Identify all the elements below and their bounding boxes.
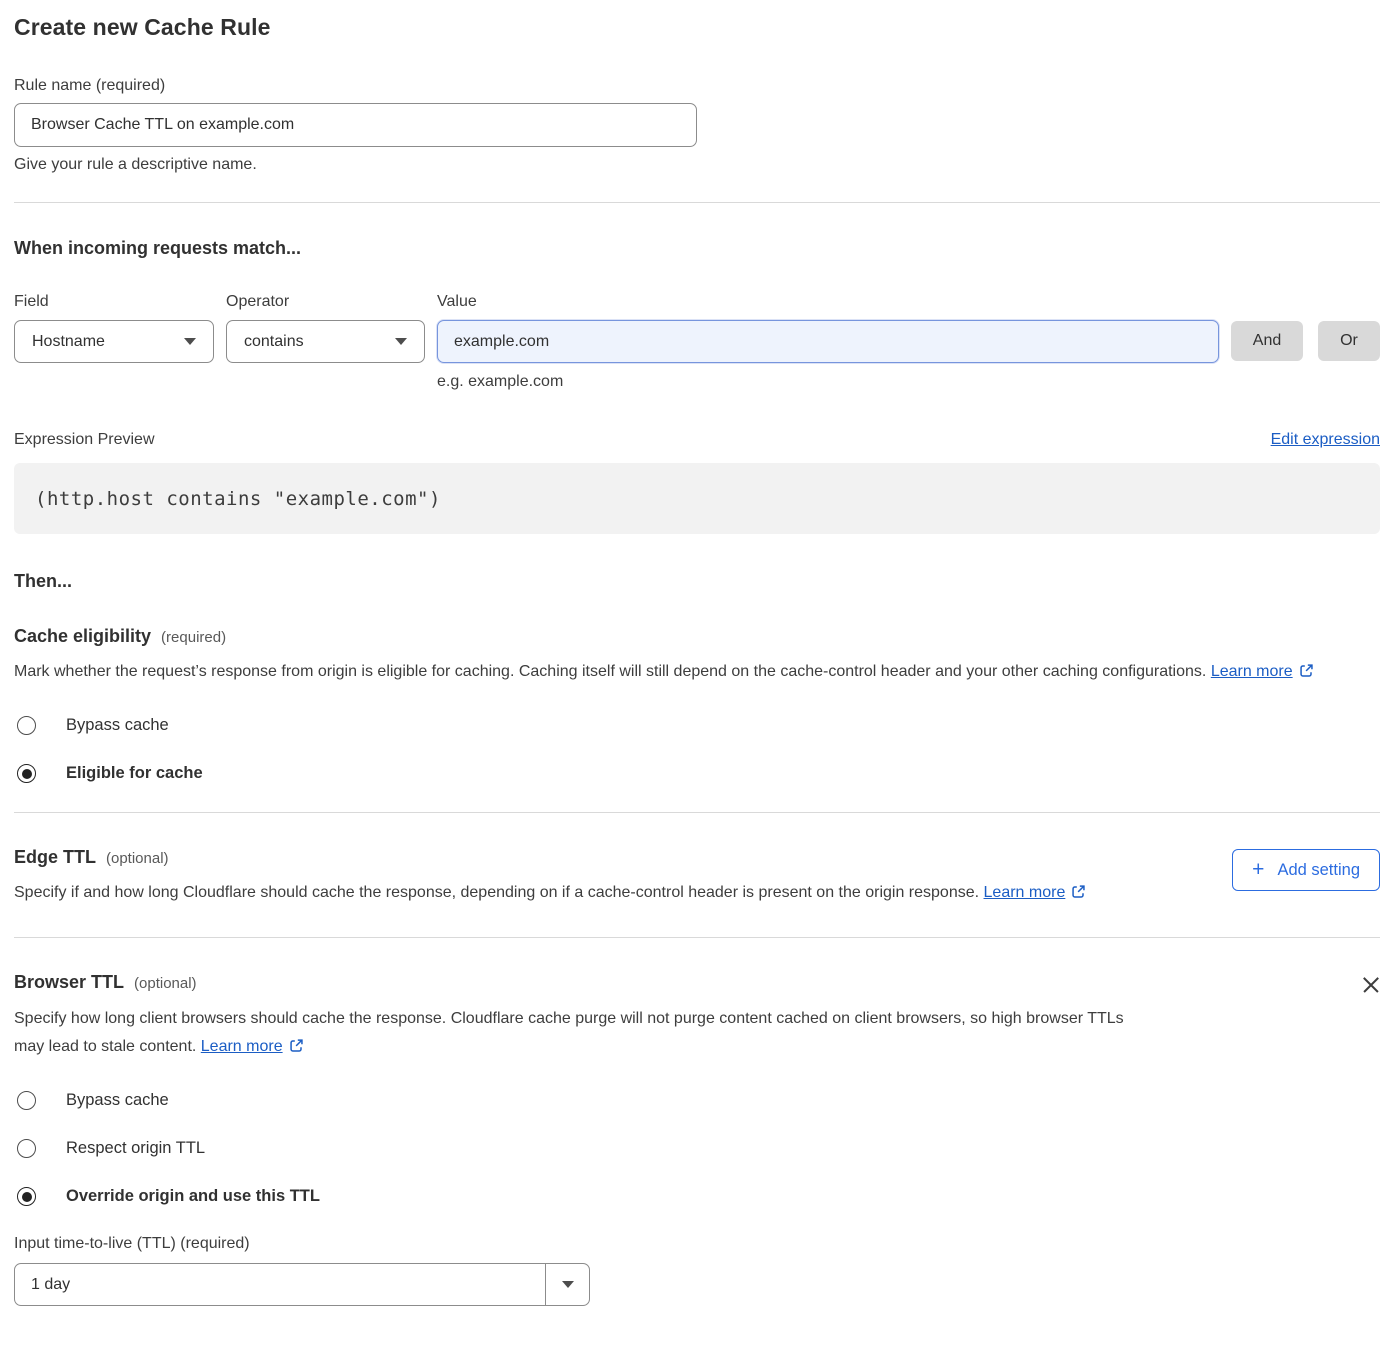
browser-ttl-title: Browser TTL (14, 972, 124, 993)
ttl-select[interactable]: 1 day (14, 1263, 590, 1306)
field-column: Field Hostname (14, 293, 214, 363)
external-link-icon (1071, 881, 1086, 909)
browser-ttl-learn-more-link[interactable]: Learn more (201, 1038, 283, 1055)
add-setting-button[interactable]: + Add setting (1232, 849, 1380, 891)
cache-eligibility-title: Cache eligibility (14, 626, 151, 647)
chevron-down-icon (395, 338, 407, 345)
field-select-value: Hostname (32, 333, 105, 351)
external-link-icon (289, 1035, 304, 1063)
edit-expression-link[interactable]: Edit expression (1271, 431, 1380, 449)
browser-ttl-title-row: Browser TTL (optional) (14, 972, 197, 993)
close-icon[interactable] (1362, 976, 1380, 994)
rule-name-label: Rule name (required) (14, 77, 1380, 95)
ttl-select-value: 1 day (15, 1264, 545, 1305)
radio-icon (17, 764, 36, 783)
ttl-select-arrow-button[interactable] (545, 1264, 589, 1305)
operator-label: Operator (226, 293, 425, 311)
browser-ttl-section: Browser TTL (optional) Specify how long … (14, 972, 1380, 1306)
edge-ttl-description: Specify if and how long Cloudflare shoul… (14, 879, 1086, 909)
radio-bypass-cache[interactable]: Bypass cache (14, 1091, 1380, 1110)
page-title: Create new Cache Rule (14, 14, 1380, 41)
edge-ttl-section: Edge TTL (optional) Specify if and how l… (14, 847, 1380, 909)
chevron-down-icon (562, 1281, 574, 1288)
chevron-down-icon (184, 338, 196, 345)
cache-eligibility-radio-group: Bypass cache Eligible for cache (14, 716, 1380, 783)
cache-eligibility-required-tag: (required) (161, 629, 226, 646)
plus-icon: + (1252, 859, 1264, 880)
or-button[interactable]: Or (1318, 321, 1380, 361)
radio-override-origin-ttl[interactable]: Override origin and use this TTL (14, 1187, 1380, 1206)
rule-name-help: Give your rule a descriptive name. (14, 156, 1380, 174)
expression-preview-label: Expression Preview (14, 431, 155, 449)
field-label: Field (14, 293, 214, 311)
expression-code-block: (http.host contains "example.com") (14, 463, 1380, 534)
operator-select-value: contains (244, 333, 304, 351)
operator-column: Operator contains (226, 293, 425, 363)
value-label: Value (437, 293, 1219, 311)
browser-ttl-optional-tag: (optional) (134, 975, 197, 992)
radio-icon (17, 1091, 36, 1110)
radio-icon (17, 1187, 36, 1206)
radio-icon (17, 1139, 36, 1158)
ttl-input-label: Input time-to-live (TTL) (required) (14, 1235, 1380, 1253)
match-heading: When incoming requests match... (14, 238, 1380, 259)
cache-eligibility-description: Mark whether the request’s response from… (14, 658, 1380, 688)
section-divider (14, 202, 1380, 203)
external-link-icon (1299, 660, 1314, 688)
cache-eligibility-section: Cache eligibility (required) Mark whethe… (14, 626, 1380, 783)
edge-ttl-title: Edge TTL (14, 847, 96, 868)
rule-name-input[interactable] (14, 103, 697, 147)
section-divider (14, 812, 1380, 813)
section-divider (14, 937, 1380, 938)
expression-code: (http.host contains "example.com") (35, 488, 441, 510)
cache-eligibility-learn-more-link[interactable]: Learn more (1211, 663, 1293, 680)
browser-ttl-description: Specify how long client browsers should … (14, 1005, 1124, 1063)
field-select[interactable]: Hostname (14, 320, 214, 363)
cache-eligibility-title-row: Cache eligibility (required) (14, 626, 1380, 647)
browser-ttl-header-row: Browser TTL (optional) (14, 972, 1380, 994)
operator-select[interactable]: contains (226, 320, 425, 363)
value-column: Value (437, 293, 1219, 363)
edge-ttl-learn-more-link[interactable]: Learn more (984, 884, 1066, 901)
value-help: e.g. example.com (437, 373, 1380, 391)
edge-ttl-content: Edge TTL (optional) Specify if and how l… (14, 847, 1086, 909)
browser-ttl-radio-group: Bypass cache Respect origin TTL Override… (14, 1091, 1380, 1206)
edge-ttl-optional-tag: (optional) (106, 850, 169, 867)
radio-bypass-cache[interactable]: Bypass cache (14, 716, 1380, 735)
value-input[interactable] (437, 320, 1219, 363)
match-row: Field Hostname Operator contains Value A… (14, 293, 1380, 363)
edge-ttl-title-row: Edge TTL (optional) (14, 847, 1086, 868)
radio-icon (17, 716, 36, 735)
radio-eligible-for-cache[interactable]: Eligible for cache (14, 764, 1380, 783)
radio-respect-origin-ttl[interactable]: Respect origin TTL (14, 1139, 1380, 1158)
and-button[interactable]: And (1231, 321, 1303, 361)
expression-row: Expression Preview Edit expression (14, 431, 1380, 449)
then-heading: Then... (14, 571, 1380, 592)
